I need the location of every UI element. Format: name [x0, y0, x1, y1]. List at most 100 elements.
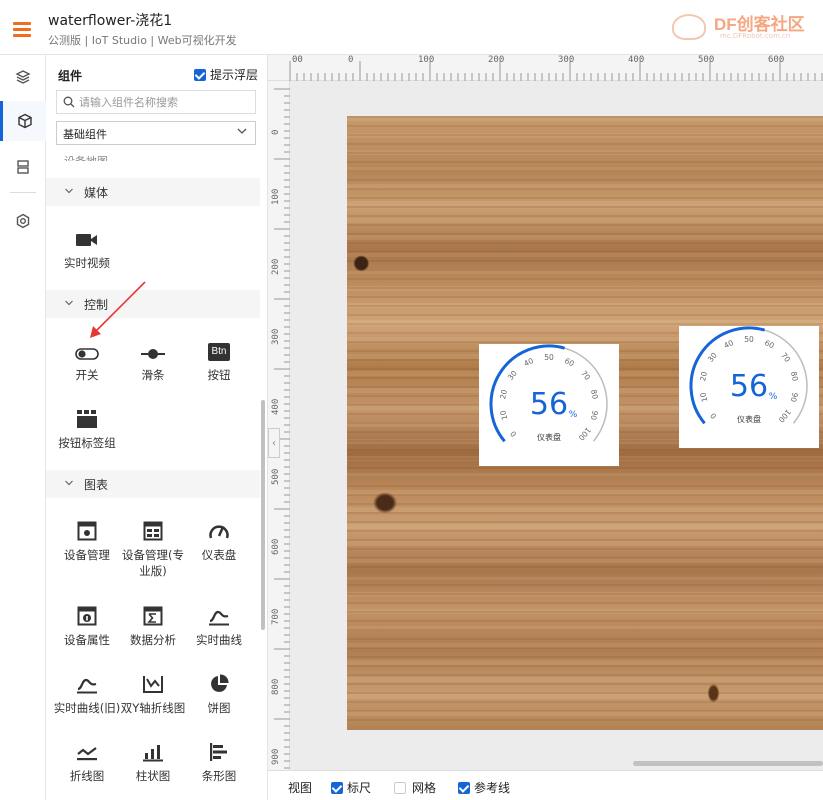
gauge-tick-label: 10 — [698, 391, 709, 403]
checkbox-checked-icon — [194, 68, 206, 81]
gauge-widget-1[interactable]: 0 10 20 30 40 50 60 70 80 90 100 56% 仪表盘 — [479, 344, 619, 466]
ruler-tick-label: 300 — [558, 55, 575, 65]
float-tip-label: 提示浮层 — [210, 68, 259, 82]
ruler-vertical: 0 100 200 300 400 500 600 700 800 900 — [268, 81, 290, 770]
component-slider[interactable]: 滑条 — [117, 339, 189, 383]
horizontal-bar-icon — [183, 740, 255, 762]
component-horizontal-bar[interactable]: 条形图 — [183, 740, 255, 784]
editor-canvas: 00 0 100 200 300 400 500 600 0 100 200 300 400 500 60… — [268, 55, 823, 770]
gauge-unit: % — [569, 410, 578, 420]
component-device-manage[interactable]: 设备管理 — [51, 519, 123, 563]
component-label: 实时曲线 — [196, 633, 242, 647]
ruler-tick-label: 600 — [271, 538, 281, 555]
component-label: 仪表盘 — [201, 548, 237, 562]
component-realtime-curve-old[interactable]: 实时曲线(旧) — [51, 672, 123, 716]
layers-icon[interactable] — [0, 57, 46, 97]
component-label: 实时视频 — [64, 256, 110, 270]
component-realtime-video[interactable]: 实时视频 — [51, 227, 123, 271]
chevron-down-icon — [64, 298, 74, 311]
gauge-tick-label: 50 — [744, 335, 754, 344]
search-input[interactable] — [79, 95, 249, 109]
left-icon-rail — [0, 55, 46, 800]
ruler-tick-label: 300 — [271, 328, 281, 345]
data-analysis-icon — [117, 604, 189, 626]
component-data-analysis[interactable]: 数据分析 — [117, 604, 189, 648]
component-device-manage-pro[interactable]: 设备管理(专业版) — [117, 519, 189, 579]
checkbox-checked-icon — [458, 781, 470, 794]
gauge-tick-label: 50 — [544, 353, 554, 362]
guides-checkbox[interactable]: 参考线 — [458, 779, 510, 796]
ruler-tick-label: 700 — [271, 608, 281, 625]
gauge-tick-label: 60 — [763, 338, 776, 350]
brand-url: mc.DFRobot.com.cn — [720, 32, 791, 40]
chevron-down-icon — [236, 125, 248, 140]
view-toolbar: 视图 标尺 网格 参考线 — [268, 770, 823, 800]
component-pie-chart[interactable]: 饼图 — [183, 672, 255, 716]
line-chart-icon — [51, 740, 123, 762]
component-button-tab-group[interactable]: 按钮标签组 — [51, 407, 123, 451]
storage-icon[interactable] — [0, 147, 46, 187]
gauge-tick-label: 70 — [779, 351, 792, 364]
ruler-tick-label: 200 — [488, 55, 505, 65]
panel-scrollbar[interactable] — [261, 400, 265, 630]
header: waterflower-浇花1 公测版 | IoT Studio | Web可视… — [0, 0, 823, 55]
group-charts[interactable]: 图表 — [46, 470, 260, 498]
component-realtime-curve[interactable]: 实时曲线 — [183, 604, 255, 648]
component-line-chart[interactable]: 折线图 — [51, 740, 123, 784]
cube-icon[interactable] — [0, 101, 46, 141]
group-control[interactable]: 控制 — [46, 290, 260, 318]
dual-axis-line-icon — [117, 672, 189, 694]
collapse-panel-handle[interactable]: ‹ — [268, 428, 280, 458]
ruler-tick-label: 100 — [271, 188, 281, 205]
float-tip-checkbox[interactable]: 提示浮层 — [194, 66, 258, 83]
gauge-tick-label: 90 — [589, 410, 600, 422]
gauge-tick-label: 30 — [706, 351, 719, 364]
gauge-tick-label: 10 — [498, 409, 509, 421]
gauge-tick-label: 0 — [708, 411, 718, 421]
gauge-tick-label: 40 — [722, 338, 735, 350]
ruler-tick-label: 800 — [271, 678, 281, 695]
partial-component-label: 设备地图 — [64, 153, 108, 161]
category-selected: 基础组件 — [63, 128, 107, 141]
component-label: 实时曲线(旧) — [53, 701, 121, 715]
gauge-tick-label: 40 — [522, 356, 535, 368]
category-select[interactable]: 基础组件 — [56, 121, 256, 145]
component-bar-chart[interactable]: 柱状图 — [117, 740, 189, 784]
grid-label: 网格 — [412, 781, 437, 795]
component-label: 设备管理 — [64, 548, 110, 562]
gauge-tick-label: 70 — [579, 369, 592, 382]
device-manage-icon — [51, 519, 123, 541]
gauge-tick-label: 20 — [498, 389, 509, 400]
ruler-checkbox[interactable]: 标尺 — [331, 779, 371, 796]
gauge-tick-label: 90 — [789, 392, 800, 404]
checkbox-unchecked-icon — [394, 781, 406, 794]
component-gauge[interactable]: 仪表盘 — [183, 519, 255, 563]
gauge-value: 56 — [530, 387, 568, 422]
project-title: waterflower-浇花1 — [48, 13, 173, 29]
settings-hex-icon[interactable] — [0, 201, 46, 241]
gauge-tick-label: 20 — [698, 371, 709, 382]
gauge-tick-label: 100 — [776, 408, 792, 425]
gauge-tick-label: 60 — [563, 356, 576, 368]
ruler-tick-label: 100 — [418, 55, 435, 65]
component-label: 柱状图 — [135, 769, 171, 783]
component-dual-axis-line[interactable]: 双Y轴折线图 — [117, 672, 189, 716]
component-label: 折线图 — [69, 769, 105, 783]
canvas-horizontal-scrollbar[interactable] — [633, 761, 823, 766]
video-camera-icon — [51, 227, 123, 249]
component-switch[interactable]: 开关 — [51, 339, 123, 383]
device-manage-pro-icon — [117, 519, 189, 541]
component-device-property[interactable]: 设备属性 — [51, 604, 123, 648]
component-button[interactable]: Btn 按钮 — [183, 339, 255, 383]
grid-checkbox[interactable]: 网格 — [394, 779, 436, 796]
gauge-widget-2[interactable]: 0 10 20 30 40 50 60 70 80 90 100 56% 仪表盘 — [679, 326, 819, 448]
ruler-tick-label: 600 — [768, 55, 785, 65]
hamburger-menu-icon[interactable] — [13, 22, 31, 37]
group-media[interactable]: 媒体 — [46, 178, 260, 206]
gauge-tick-label: 80 — [589, 389, 600, 400]
device-property-icon — [51, 604, 123, 626]
gauge-label: 仪表盘 — [737, 414, 761, 424]
group-label: 媒体 — [84, 185, 109, 200]
ruler-tick-label: 500 — [271, 468, 281, 485]
ruler-tick-label: 500 — [698, 55, 715, 65]
